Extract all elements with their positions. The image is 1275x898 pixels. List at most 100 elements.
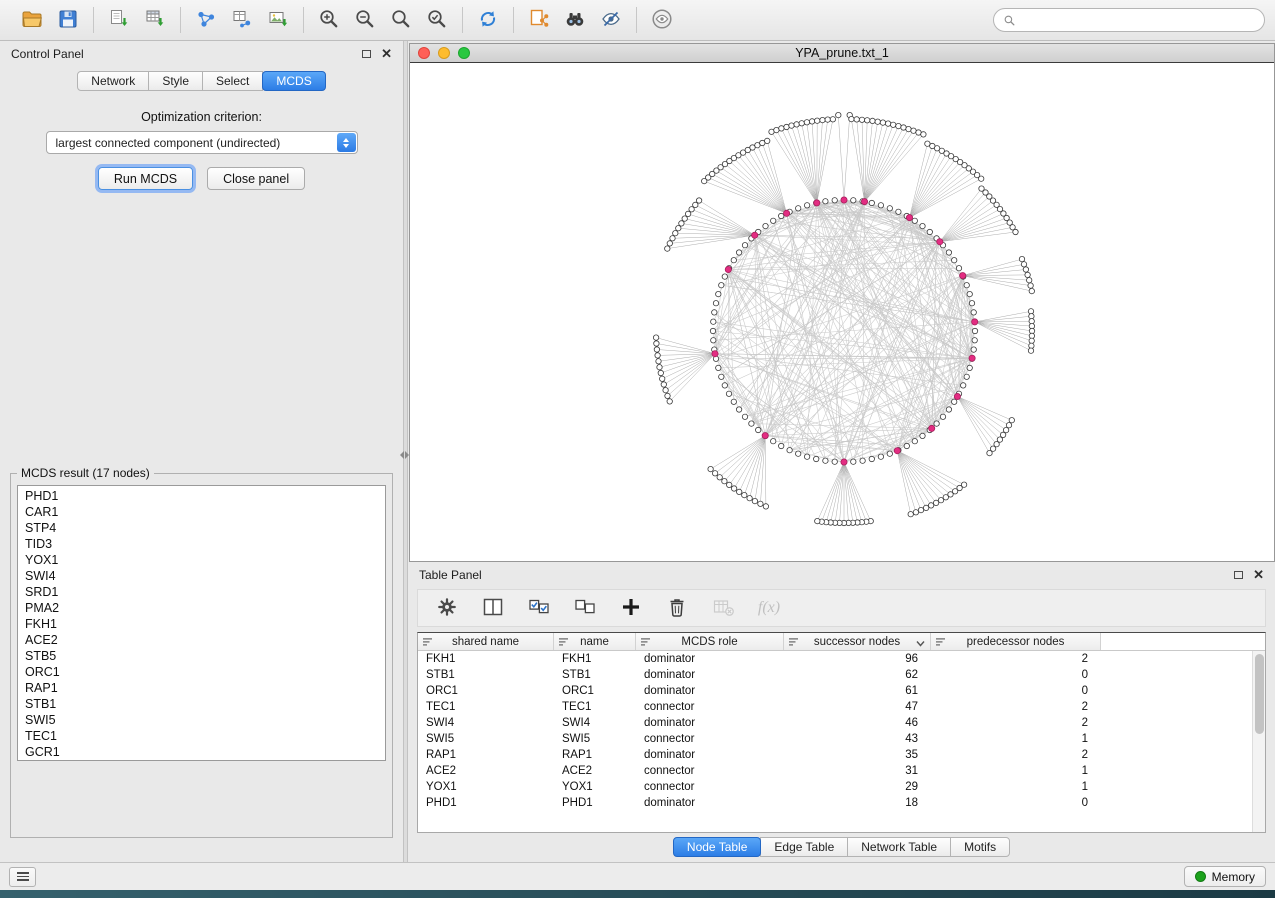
- tab-mcds[interactable]: MCDS: [262, 71, 325, 91]
- column-header-shared-name[interactable]: shared name: [418, 633, 554, 650]
- export-table-button[interactable]: [226, 4, 258, 36]
- run-mcds-button[interactable]: Run MCDS: [98, 167, 193, 190]
- table-scrollbar[interactable]: [1252, 651, 1265, 832]
- column-header-mcds-role[interactable]: MCDS role: [636, 633, 784, 650]
- panel-splitter[interactable]: [403, 41, 408, 862]
- mcds-result-item[interactable]: STB5: [18, 648, 385, 664]
- column-header-successor-nodes[interactable]: successor nodes: [784, 633, 931, 650]
- tab-motifs[interactable]: Motifs: [950, 837, 1010, 857]
- column-header-predecessor-nodes[interactable]: predecessor nodes: [931, 633, 1101, 650]
- tab-style[interactable]: Style: [148, 71, 203, 91]
- zoom-actual-button[interactable]: [385, 4, 417, 36]
- delete-column-button[interactable]: [664, 595, 690, 621]
- header-filler: [1101, 633, 1265, 650]
- mcds-result-item[interactable]: RAP1: [18, 680, 385, 696]
- delete-table-disabled-icon: [711, 595, 735, 622]
- column-sort-icon: [640, 636, 651, 651]
- split-panel-button[interactable]: [480, 595, 506, 621]
- function-builder-button[interactable]: f(x): [756, 595, 782, 621]
- search-binoculars-button[interactable]: [559, 4, 591, 36]
- mcds-result-item[interactable]: PMA2: [18, 600, 385, 616]
- import-table-file-button[interactable]: [139, 4, 171, 36]
- search-box[interactable]: [993, 8, 1265, 32]
- cell-name: ORC1: [554, 685, 636, 697]
- mcds-result-item[interactable]: GCR1: [18, 744, 385, 760]
- tab-select[interactable]: Select: [202, 71, 263, 91]
- close-panel-icon[interactable]: ✕: [381, 47, 392, 60]
- zoom-fit-selected-button[interactable]: [421, 4, 453, 36]
- mcds-result-item[interactable]: SWI5: [18, 712, 385, 728]
- column-header-name[interactable]: name: [554, 633, 636, 650]
- show-graphics-details-button[interactable]: [646, 4, 678, 36]
- mcds-result-item[interactable]: YOX1: [18, 552, 385, 568]
- export-network-button[interactable]: [190, 4, 222, 36]
- scrollbar-thumb[interactable]: [1255, 654, 1264, 734]
- table-row[interactable]: SWI4SWI4dominator462: [418, 715, 1265, 731]
- cell-name: SWI5: [554, 733, 636, 745]
- splitter-handle-icon[interactable]: [400, 451, 409, 459]
- search-input[interactable]: [1022, 13, 1255, 27]
- mcds-result-item[interactable]: CAR1: [18, 504, 385, 520]
- table-row[interactable]: RAP1RAP1dominator352: [418, 747, 1265, 763]
- refresh-layout-button[interactable]: [472, 4, 504, 36]
- open-folder-icon: [20, 7, 44, 34]
- tab-network[interactable]: Network: [77, 71, 149, 91]
- table-row[interactable]: FKH1FKH1dominator962: [418, 651, 1265, 667]
- table-row[interactable]: YOX1YOX1connector291: [418, 779, 1265, 795]
- mcds-result-item[interactable]: SRD1: [18, 584, 385, 600]
- tab-node-table[interactable]: Node Table: [673, 837, 762, 857]
- hide-graphics-details-button[interactable]: [595, 4, 627, 36]
- tab-network-table[interactable]: Network Table: [847, 837, 951, 857]
- share-session-button[interactable]: [523, 4, 555, 36]
- table-row[interactable]: SWI5SWI5connector431: [418, 731, 1265, 747]
- network-graph[interactable]: [410, 63, 1274, 561]
- cell-shared-name: PHD1: [418, 797, 554, 809]
- cell-shared-name: YOX1: [418, 781, 554, 793]
- cell-predecessor-nodes: 2: [931, 701, 1101, 713]
- export-image-button[interactable]: [262, 4, 294, 36]
- toolbar-separator: [636, 7, 637, 33]
- cell-successor-nodes: 46: [784, 717, 931, 729]
- table-row[interactable]: ORC1ORC1dominator610: [418, 683, 1265, 699]
- float-table-panel-icon[interactable]: [1234, 571, 1243, 579]
- chevron-down-icon[interactable]: [916, 638, 925, 650]
- network-canvas[interactable]: [410, 62, 1274, 561]
- mcds-result-list[interactable]: PHD1CAR1STP4TID3YOX1SWI4SRD1PMA2FKH1ACE2…: [17, 485, 386, 761]
- mcds-result-item[interactable]: STP4: [18, 520, 385, 536]
- network-window-title: YPA_prune.txt_1: [410, 46, 1274, 60]
- right-column: YPA_prune.txt_1 Table Panel ✕ f(x) share…: [408, 41, 1275, 862]
- mcds-result-item[interactable]: ACE2: [18, 632, 385, 648]
- save-button[interactable]: [52, 4, 84, 36]
- mcds-result-item[interactable]: SWI4: [18, 568, 385, 584]
- close-table-panel-icon[interactable]: ✕: [1253, 568, 1264, 581]
- optimization-dropdown-value: largest connected component (undirected): [56, 136, 281, 150]
- optimization-dropdown[interactable]: largest connected component (undirected): [46, 131, 358, 154]
- open-folder-button[interactable]: [16, 4, 48, 36]
- export-network-icon: [194, 7, 218, 34]
- task-history-button[interactable]: [9, 867, 36, 887]
- tab-edge-table[interactable]: Edge Table: [760, 837, 848, 857]
- zoom-in-button[interactable]: [313, 4, 345, 36]
- cell-mcds-role: connector: [636, 733, 784, 745]
- mcds-result-item[interactable]: TID3: [18, 536, 385, 552]
- gear-button[interactable]: [434, 595, 460, 621]
- select-all-button[interactable]: [526, 595, 552, 621]
- import-network-file-button[interactable]: [103, 4, 135, 36]
- table-row[interactable]: PHD1PHD1dominator180: [418, 795, 1265, 811]
- network-window-titlebar[interactable]: YPA_prune.txt_1: [410, 44, 1274, 62]
- mcds-result-item[interactable]: ORC1: [18, 664, 385, 680]
- mcds-result-item[interactable]: STB1: [18, 696, 385, 712]
- float-panel-icon[interactable]: [362, 50, 371, 58]
- add-column-button[interactable]: [618, 595, 644, 621]
- mcds-result-item[interactable]: PHD1: [18, 488, 385, 504]
- select-none-button[interactable]: [572, 595, 598, 621]
- table-row[interactable]: ACE2ACE2connector311: [418, 763, 1265, 779]
- table-row[interactable]: STB1STB1dominator620: [418, 667, 1265, 683]
- memory-button[interactable]: Memory: [1184, 866, 1266, 887]
- zoom-out-button[interactable]: [349, 4, 381, 36]
- close-panel-button[interactable]: Close panel: [207, 167, 305, 190]
- mcds-result-item[interactable]: FKH1: [18, 616, 385, 632]
- mcds-result-item[interactable]: TEC1: [18, 728, 385, 744]
- cell-mcds-role: dominator: [636, 669, 784, 681]
- table-row[interactable]: TEC1TEC1connector472: [418, 699, 1265, 715]
